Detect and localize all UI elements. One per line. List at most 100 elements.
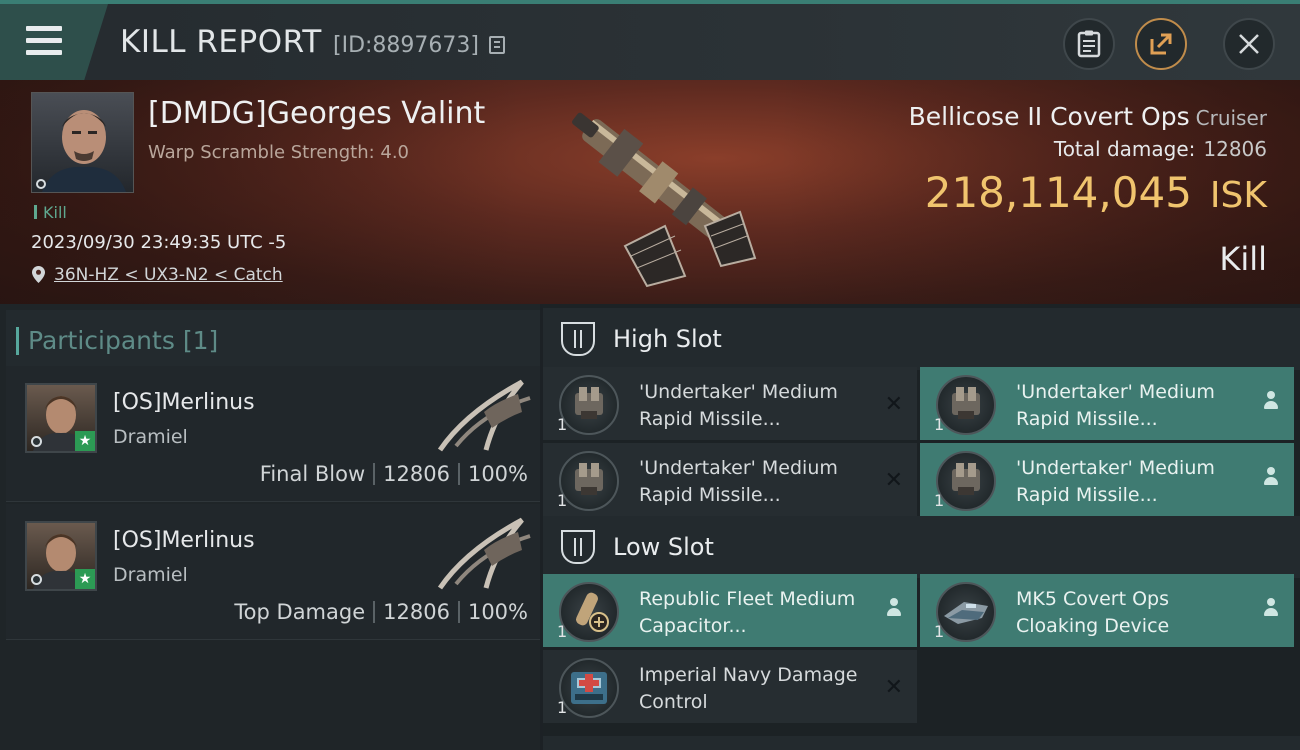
participant-row[interactable]: ★ [OS]Merlinus Dramiel Top Damage 12806 10…: [6, 504, 540, 640]
ship-name[interactable]: Bellicose II Covert Ops Cruiser: [909, 102, 1267, 131]
module-tile[interactable]: 1 'Undertaker' Medium Rapid Missile... ✕: [543, 443, 917, 516]
high-slot-header: High Slot: [543, 308, 1300, 370]
module-tile[interactable]: 1 'Undertaker' Medium Rapid Missile... ✕: [543, 367, 917, 440]
location-link[interactable]: 36N-HZ < UX3-N2 < Catch: [54, 265, 283, 285]
x-icon: ✕: [884, 468, 903, 493]
participant-ship-image: [437, 379, 531, 452]
victim-subtitle: Warp Scramble Strength: 4.0: [148, 142, 410, 163]
location-pin-icon: [32, 266, 45, 283]
participant-name[interactable]: [OS]Merlinus: [113, 390, 255, 415]
fitting-panel: High Slot 1 'Undertaker' Medium Rapid Mi…: [543, 304, 1300, 750]
module-name: 'Undertaker' Medium Rapid Missile...: [1016, 381, 1215, 430]
close-button[interactable]: [1223, 18, 1275, 70]
module-tile[interactable]: 1 Republic Fleet Medium Capacitor...: [543, 574, 917, 647]
module-quantity: 1: [557, 491, 568, 510]
menu-icon[interactable]: [26, 26, 62, 56]
person-icon: [885, 598, 903, 618]
module-quantity: 1: [934, 622, 945, 641]
capacitor-icon: [559, 582, 619, 642]
page-title: KILL REPORT: [120, 24, 322, 60]
module-quantity: 1: [557, 622, 568, 641]
participant-role: Top Damage: [234, 600, 366, 624]
result-label: Kill: [1219, 240, 1267, 278]
kill-report-screen: KILL REPORT [ID:8897673] [DMDG]Georges V…: [0, 0, 1300, 750]
participant-stats: Top Damage 12806 100%: [234, 600, 528, 624]
top-bar: KILL REPORT [ID:8897673]: [0, 0, 1300, 80]
isk-unit: ISK: [1209, 175, 1267, 216]
module-name: 'Undertaker' Medium Rapid Missile...: [1016, 457, 1215, 506]
share-button[interactable]: [1135, 18, 1187, 70]
participant-stats: Final Blow 12806 100%: [260, 462, 528, 486]
corp-icon: [31, 574, 42, 585]
corp-icon: [36, 179, 46, 189]
low-slot-icon: [561, 530, 595, 564]
star-icon: ★: [75, 569, 95, 589]
missile-launcher-icon: [559, 375, 619, 435]
participant-percent: 100%: [467, 600, 528, 624]
kill-tag: Kill: [34, 203, 67, 222]
participants-title: Participants [1]: [15, 326, 219, 355]
isk-value: 218,114,045 ISK: [925, 168, 1267, 217]
close-icon: [1239, 34, 1259, 54]
ship-image: [572, 112, 757, 288]
module-name: MK5 Covert Ops Cloaking Device: [1016, 588, 1170, 637]
participant-ship: Dramiel: [113, 564, 188, 586]
victim-name[interactable]: [DMDG]Georges Valint: [148, 96, 485, 131]
module-tile[interactable]: 1 'Undertaker' Medium Rapid Missile...: [920, 367, 1294, 440]
high-slot-icon: [561, 322, 595, 356]
ship-name-text: Bellicose II Covert Ops: [908, 102, 1190, 131]
person-icon: [1262, 391, 1280, 411]
corp-icon: [31, 436, 42, 447]
missile-launcher-icon: [936, 375, 996, 435]
avatar[interactable]: ★: [25, 521, 97, 591]
participants-header: Participants [1]: [6, 310, 540, 368]
kill-datetime: 2023/09/30 23:49:35 UTC -5: [31, 232, 287, 253]
participant-row[interactable]: ★ [OS]Merlinus Dramiel Final Blow 12806 10…: [6, 366, 540, 502]
participant-name[interactable]: [OS]Merlinus: [113, 528, 255, 553]
module-name: Republic Fleet Medium Capacitor...: [639, 588, 856, 637]
copy-icon[interactable]: [489, 36, 505, 54]
x-icon: ✕: [884, 675, 903, 700]
participant-role: Final Blow: [259, 462, 366, 486]
person-icon: [1262, 467, 1280, 487]
total-damage-value: 12806: [1203, 137, 1267, 161]
module-name: 'Undertaker' Medium Rapid Missile...: [639, 381, 838, 430]
low-slot-title: Low Slot: [613, 533, 714, 561]
participant-damage: 12806: [383, 600, 450, 624]
module-tile[interactable]: 1 'Undertaker' Medium Rapid Missile...: [920, 443, 1294, 516]
clipboard-button[interactable]: [1063, 18, 1115, 70]
participants-panel: Participants [1] ★ [OS]Merlinus Dramiel: [0, 304, 540, 750]
victim-panel: [DMDG]Georges Valint Warp Scramble Stren…: [0, 80, 1300, 304]
participants-title-text: Participants: [28, 326, 175, 355]
share-icon: [1150, 33, 1172, 55]
module-quantity: 1: [557, 698, 568, 717]
total-damage: Total damage: 12806: [1054, 137, 1267, 161]
participant-ship: Dramiel: [113, 426, 188, 448]
participant-percent: 100%: [467, 462, 528, 486]
avatar[interactable]: ★: [25, 383, 97, 453]
report-id: [ID:8897673]: [333, 33, 479, 58]
victim-avatar[interactable]: [31, 92, 134, 193]
participant-damage: 12806: [383, 462, 450, 486]
high-slot-title: High Slot: [613, 325, 722, 353]
next-slot-header-peek: [543, 736, 1300, 750]
ship-class: Cruiser: [1195, 106, 1267, 130]
module-quantity: 1: [934, 491, 945, 510]
victim-portrait-image: [42, 110, 126, 192]
module-tile[interactable]: 1 Imperial Navy Damage Control ✕: [543, 650, 917, 723]
star-icon: ★: [75, 431, 95, 451]
module-tile[interactable]: 1 MK5 Covert Ops Cloaking Device: [920, 574, 1294, 647]
missile-launcher-icon: [559, 451, 619, 511]
module-quantity: 1: [557, 415, 568, 434]
x-icon: ✕: [884, 392, 903, 417]
missile-launcher-icon: [936, 451, 996, 511]
participants-count: [1]: [182, 326, 219, 355]
clipboard-icon: [1077, 30, 1101, 58]
participant-ship-image: [437, 517, 531, 590]
isk-amount: 218,114,045: [924, 168, 1192, 217]
module-quantity: 1: [934, 415, 945, 434]
person-icon: [1262, 598, 1280, 618]
damage-control-icon: [559, 658, 619, 718]
low-slot-header: Low Slot: [543, 516, 1300, 578]
cloaking-device-icon: [936, 582, 996, 642]
